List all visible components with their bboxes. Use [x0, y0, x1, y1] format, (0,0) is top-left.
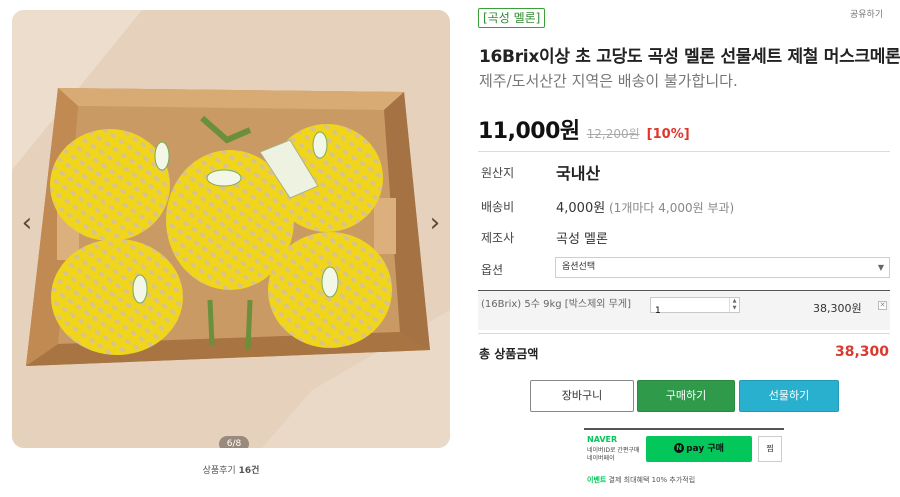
product-image: [12, 10, 450, 448]
selected-option-row: (16Brix) 5수 9kg [박스제외 무게] ▲▼ 38,300원 ✕: [478, 290, 890, 330]
product-title: 16Brix이상 초 고당도 곡성 멜론 선물세트 제철 머스크메론: [479, 47, 900, 67]
gift-button[interactable]: 선물하기: [739, 380, 839, 412]
origin-label: 원산지: [481, 166, 515, 180]
option-select-value: 옵션선택: [562, 262, 596, 272]
chevron-right-icon[interactable]: ›: [424, 206, 446, 240]
total-label: 총 상품금액: [479, 347, 539, 361]
selected-option-name: (16Brix) 5수 9kg [박스제외 무게]: [481, 299, 631, 310]
original-price: 12,200원: [586, 127, 640, 141]
discount-rate: [10%]: [646, 127, 690, 142]
shipping-fee-note: (1개마다 4,000원 부과): [605, 201, 735, 215]
shipping-fee: 4,000원: [556, 201, 606, 216]
naver-pay-button-label: pay 구매: [686, 444, 724, 454]
price-row: 11,000원 12,200원 [10%]: [478, 113, 690, 145]
event-tag: 이벤트: [587, 476, 607, 484]
naver-n-icon: N: [674, 443, 685, 453]
chevron-down-icon: ▼: [877, 263, 884, 272]
buy-now-button[interactable]: 구매하기: [637, 380, 735, 412]
product-image-gallery[interactable]: ‹ › 6/8: [12, 10, 450, 448]
divider: [478, 333, 890, 334]
naver-pay-button[interactable]: Npay 구매: [646, 436, 752, 462]
divider: [478, 151, 890, 152]
maker-value: 곡성 멜론: [556, 232, 608, 247]
chevron-left-icon[interactable]: ‹: [16, 206, 38, 240]
selected-option-price: 38,300원: [813, 302, 862, 315]
naver-pay-widget: NAVER 네이버ID로 간편구매 네이버페이 Npay 구매 찜 이벤트 결제…: [584, 428, 784, 486]
add-to-cart-button[interactable]: 장바구니: [530, 380, 634, 412]
shipping-label: 배송비: [481, 200, 515, 214]
share-button[interactable]: 공유하기: [850, 7, 883, 20]
event-text: 결제 최대혜택 10% 추가적립: [606, 476, 696, 484]
total-price: 38,300: [834, 344, 889, 360]
option-select[interactable]: 옵션선택 ▼: [555, 257, 890, 278]
naver-pay-name: 네이버페이: [587, 455, 615, 462]
review-count-link[interactable]: 상품후기 16건: [0, 463, 462, 476]
origin-value: 국내산: [556, 164, 601, 183]
image-counter: 6/8: [219, 436, 249, 448]
naver-pay-event: 이벤트 결제 최대혜택 10% 추가적립: [587, 475, 695, 485]
naver-logo: NAVER: [587, 435, 618, 444]
review-count: 16건: [238, 466, 260, 476]
wishlist-button[interactable]: 찜: [758, 436, 782, 462]
quantity-stepper[interactable]: ▲▼: [650, 297, 740, 318]
close-icon[interactable]: ✕: [878, 301, 887, 310]
sale-price: 11,000원: [478, 119, 580, 144]
option-label: 옵션: [481, 263, 504, 277]
shipping-restriction-note: 제주/도서산간 지역은 배송이 불가합니다.: [479, 72, 738, 90]
brand-tag-link[interactable]: [곡성 멜론]: [478, 8, 546, 28]
review-label: 상품후기: [202, 466, 239, 476]
quantity-input[interactable]: [651, 304, 729, 318]
maker-label: 제조사: [481, 231, 515, 245]
quantity-spin-icon[interactable]: ▲ ▼: [729, 298, 739, 312]
shipping-info: 4,000원 (1개마다 4,000원 부과): [556, 197, 734, 216]
